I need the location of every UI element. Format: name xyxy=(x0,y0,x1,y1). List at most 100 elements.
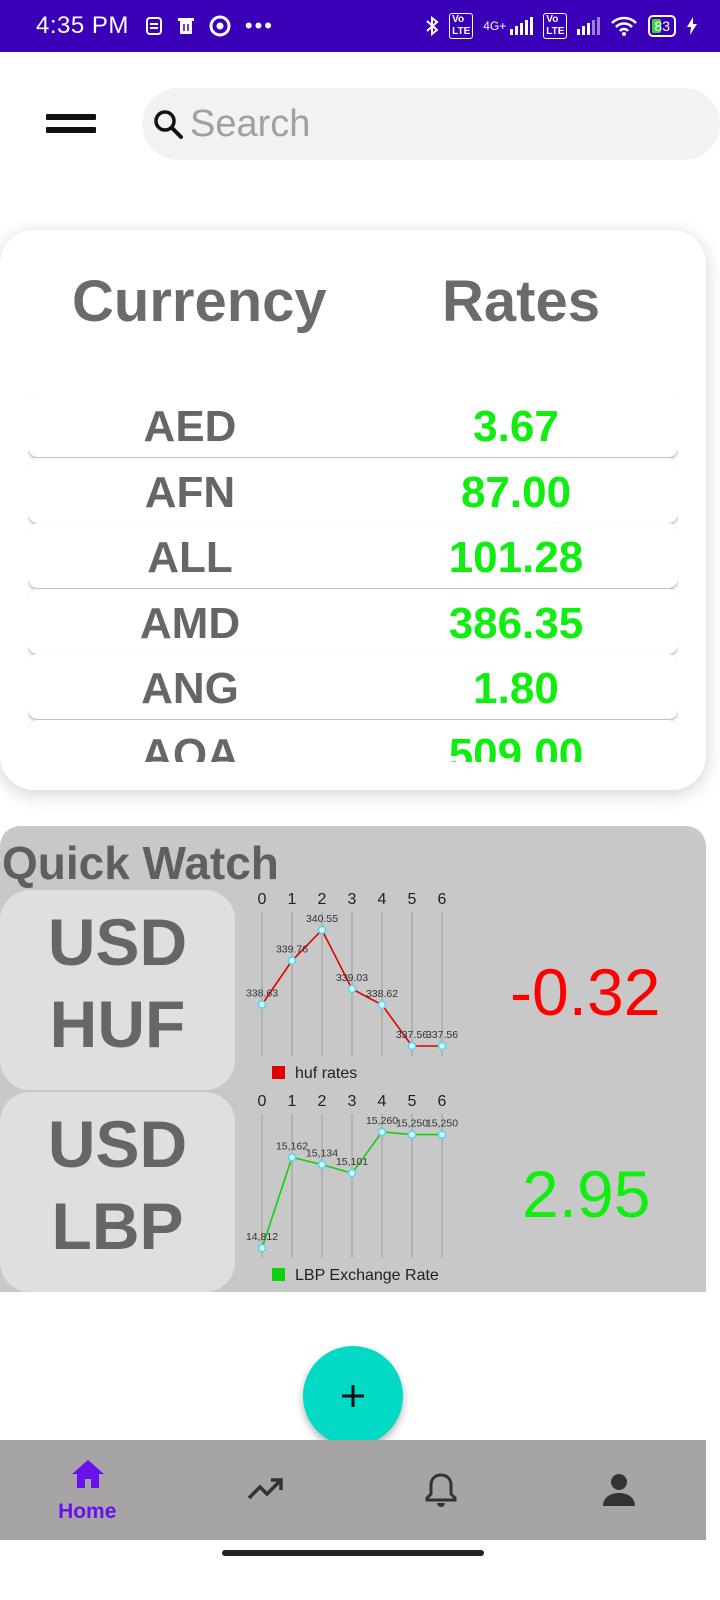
data-point xyxy=(287,956,297,965)
nav-trends[interactable] xyxy=(177,1440,354,1540)
data-label: 15,162 xyxy=(276,1140,308,1152)
data-point xyxy=(437,1041,447,1051)
rate-value: 386.35 xyxy=(448,598,584,648)
data-point xyxy=(257,1000,267,1009)
legend-label: huf rates xyxy=(295,1065,357,1082)
battery-level: 83 xyxy=(654,18,670,34)
volte-badge-2: Vo LTE xyxy=(543,13,568,39)
status-notification-icons: ••• xyxy=(145,13,274,39)
data-point xyxy=(347,984,357,994)
data-label: 337.56 xyxy=(426,1029,458,1041)
gesture-home-bar[interactable] xyxy=(222,1550,484,1556)
data-point xyxy=(287,1153,297,1162)
search-bar[interactable] xyxy=(142,88,720,160)
person-icon xyxy=(602,1474,635,1506)
nav-profile[interactable] xyxy=(530,1440,707,1540)
wifi-icon xyxy=(611,16,638,36)
legend-label: LBP Exchange Rate xyxy=(295,1267,439,1284)
rate-row[interactable]: ANG 1.80 xyxy=(28,654,678,719)
rate-row[interactable]: ALL 101.28 xyxy=(28,523,678,588)
rate-value: 509.00 xyxy=(448,729,584,763)
x-tick-label: 6 xyxy=(438,891,447,908)
currency-code: AED xyxy=(143,402,237,451)
volte-badge: Vo LTE xyxy=(449,13,474,39)
data-label: 339.03 xyxy=(336,972,368,984)
add-button[interactable] xyxy=(303,1346,403,1446)
trash-icon xyxy=(177,18,194,34)
x-tick-label: 6 xyxy=(438,1093,447,1110)
data-label: 339.76 xyxy=(276,944,308,956)
data-label: 14,812 xyxy=(246,1231,278,1243)
data-label: 15,250 xyxy=(396,1118,428,1130)
currency-column-header: Currency xyxy=(72,269,327,334)
rates-list[interactable]: AED 3.67 AFN 87.00 ALL 101.28 AMD 386.35… xyxy=(28,392,678,762)
legend-swatch xyxy=(272,1066,285,1079)
rate-row[interactable]: AFN 87.00 xyxy=(28,457,678,523)
pair-card-usd-huf[interactable]: USD HUF xyxy=(0,890,235,1090)
data-point xyxy=(317,925,327,935)
x-tick-label: 0 xyxy=(258,891,267,908)
bell-icon xyxy=(425,1473,457,1507)
data-point xyxy=(317,1160,327,1169)
data-point xyxy=(407,1130,417,1139)
data-label: 15,260 xyxy=(366,1115,398,1127)
currency-code: AMD xyxy=(139,598,241,648)
rate-row[interactable]: AED 3.67 xyxy=(28,392,678,457)
rate-value: 3.67 xyxy=(473,402,559,451)
currency-code: ALL xyxy=(147,533,233,582)
legend-swatch xyxy=(272,1268,285,1281)
data-point xyxy=(377,1127,387,1137)
x-tick-label: 5 xyxy=(408,1093,417,1110)
rates-column-header: Rates xyxy=(442,269,600,334)
currency-code: AOA xyxy=(141,729,239,763)
network-type: 4G+ xyxy=(483,19,507,33)
battery-icon: 83 xyxy=(648,15,676,37)
x-tick-label: 1 xyxy=(288,1093,297,1110)
plus-icon xyxy=(342,1385,364,1407)
x-tick-label: 0 xyxy=(258,1093,267,1110)
data-point xyxy=(407,1041,417,1051)
nav-notifications[interactable] xyxy=(353,1440,530,1540)
chrome-icon xyxy=(209,15,231,37)
pair-quote: HUF xyxy=(49,987,186,1061)
rate-value: 101.28 xyxy=(448,533,584,582)
data-point xyxy=(437,1130,447,1139)
charging-icon xyxy=(687,17,697,35)
data-point xyxy=(347,1168,357,1178)
data-label: 338.63 xyxy=(246,987,278,999)
rate-row[interactable]: AMD 386.35 xyxy=(28,588,678,654)
signal-icon xyxy=(510,17,534,35)
status-bar: 4:35 PM ••• Vo LTE 4G+ Vo LTE 83 xyxy=(0,0,720,52)
sim-icon xyxy=(145,17,162,35)
quick-watch-title: Quick Watch xyxy=(2,837,279,889)
pair-base: USD xyxy=(47,905,188,979)
bottom-navigation: Home xyxy=(0,1440,706,1540)
signal-icon-2 xyxy=(577,17,601,35)
x-tick-label: 5 xyxy=(408,891,417,908)
x-tick-label: 3 xyxy=(348,891,357,908)
pair-base: USD xyxy=(47,1107,188,1181)
data-label: 338.62 xyxy=(366,988,398,1000)
pair-quote: LBP xyxy=(51,1189,184,1263)
status-time: 4:35 PM xyxy=(36,12,129,39)
search-input[interactable] xyxy=(190,102,670,146)
menu-button[interactable] xyxy=(46,114,96,138)
data-point xyxy=(257,1243,267,1253)
rate-row[interactable]: AOA 509.00 xyxy=(28,719,678,763)
bluetooth-icon xyxy=(426,15,439,37)
trending-icon xyxy=(247,1478,283,1500)
data-label: 340.55 xyxy=(306,913,338,925)
rates-card: Currency Rates AED 3.67 AFN 87.00 ALL 10… xyxy=(0,230,706,790)
rate-value: 1.80 xyxy=(473,664,559,713)
pair-card-usd-lbp[interactable]: USD LBP xyxy=(0,1092,235,1292)
menu-icon-bar xyxy=(46,127,96,133)
x-tick-label: 4 xyxy=(378,1093,387,1110)
nav-home[interactable]: Home xyxy=(0,1440,177,1540)
change-value: -0.32 xyxy=(510,955,661,1029)
x-tick-label: 2 xyxy=(318,1093,327,1110)
huf-line-chart: 0 1 2 3 4 5 6 338.63 339.76 340.55 339.03 338.62 337… xyxy=(246,891,458,1082)
data-label: 15,101 xyxy=(336,1156,368,1168)
more-icon: ••• xyxy=(244,13,274,38)
x-tick-label: 3 xyxy=(348,1093,357,1110)
nav-home-label: Home xyxy=(58,1500,117,1523)
